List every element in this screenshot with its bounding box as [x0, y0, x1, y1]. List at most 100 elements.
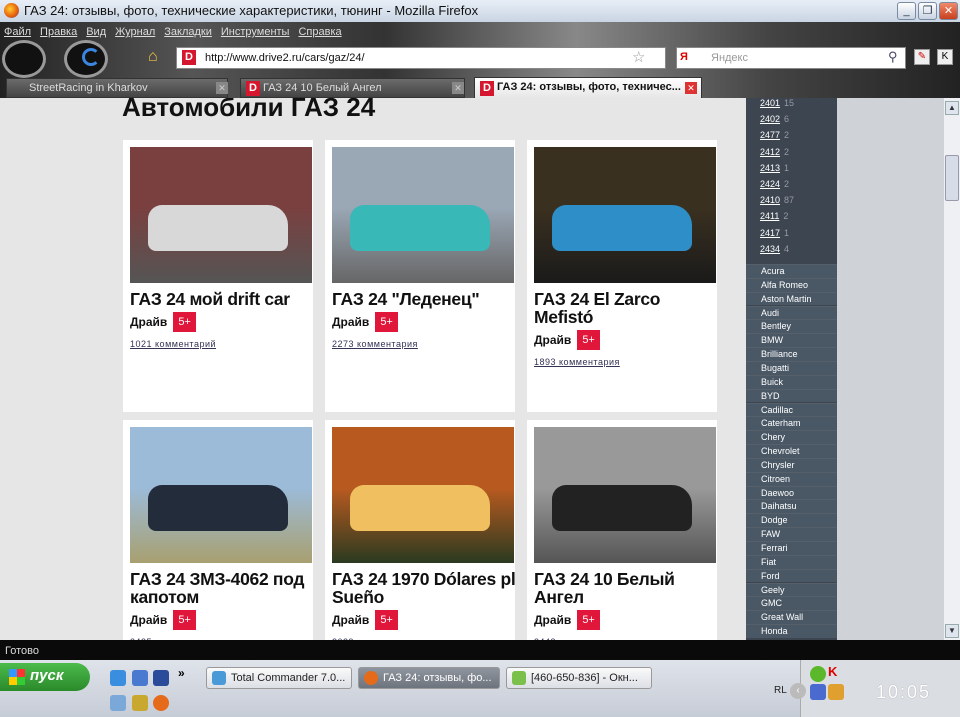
brand-link[interactable]: Aston Martin	[746, 291, 837, 306]
model-name[interactable]: 2401	[760, 98, 780, 108]
model-link[interactable]: 2424 2	[760, 179, 789, 189]
car-card[interactable]: ГАЗ 24 "Леденец" Драйв 5+ 2273 комментари…	[325, 140, 515, 412]
network-tray-icon[interactable]	[810, 684, 826, 700]
car-title[interactable]: ГАЗ 24 ЗМЗ-4062 под капотом	[130, 570, 316, 606]
model-link[interactable]: 2402 6	[760, 114, 789, 124]
car-title[interactable]: ГАЗ 24 1970 Dólares pl Sueño	[332, 570, 518, 606]
tab-white-angel[interactable]: ГАЗ 24 10 Белый Ангел	[240, 78, 465, 98]
people-icon[interactable]	[132, 695, 148, 711]
brand-link[interactable]: Acura	[746, 264, 837, 278]
car-card[interactable]: ГАЗ 24 ЗМЗ-4062 под капотом Драйв 5+ 3435…	[123, 420, 313, 640]
tray-expand-icon[interactable]: ‹	[790, 683, 806, 699]
brand-link[interactable]: Ferrari	[746, 541, 837, 555]
model-link[interactable]: 2411 2	[760, 211, 788, 221]
comments-link[interactable]: 2029 комментариев	[332, 633, 518, 640]
brand-link[interactable]: Cadillac	[746, 402, 837, 417]
search-icon[interactable]: ⚲	[888, 49, 898, 65]
quicklaunch-more[interactable]: »	[178, 666, 185, 680]
firefox-icon[interactable]	[153, 695, 169, 711]
network-icon[interactable]	[110, 695, 126, 711]
brand-link[interactable]: Chery	[746, 430, 837, 444]
back-button[interactable]	[2, 40, 46, 78]
brand-link[interactable]: Fiat	[746, 554, 837, 569]
car-photo[interactable]	[130, 147, 312, 283]
brand-link[interactable]: Audi	[746, 305, 837, 320]
car-title[interactable]: ГАЗ 24 мой drift car	[130, 290, 316, 308]
model-link[interactable]: 2413 1	[760, 163, 789, 173]
brand-link[interactable]: Buick	[746, 374, 837, 389]
menu-history[interactable]: Журнал	[115, 26, 155, 38]
car-photo[interactable]	[534, 427, 716, 563]
search-input[interactable]: Яндекс	[676, 47, 906, 69]
model-name[interactable]: 2413	[760, 163, 780, 173]
language-indicator[interactable]: RL	[774, 685, 787, 696]
car-card[interactable]: ГАЗ 24 El Zarco Mefistó Драйв 5+ 1893 ком…	[527, 140, 717, 412]
comments-link[interactable]: 1021 комментарий	[130, 335, 316, 353]
menu-file[interactable]: Файл	[4, 26, 31, 38]
car-photo[interactable]	[332, 427, 514, 563]
brand-link[interactable]: Ford	[746, 568, 837, 583]
model-link[interactable]: 2410 87	[760, 195, 794, 205]
search-engine-icon[interactable]: Я	[680, 51, 688, 63]
addon-icon[interactable]: ✎	[914, 49, 930, 65]
scrollbar-thumb[interactable]	[945, 155, 959, 201]
brand-link[interactable]: Caterham	[746, 416, 837, 431]
brand-link[interactable]: GMC	[746, 596, 837, 611]
icq-icon[interactable]	[810, 666, 826, 682]
model-name[interactable]: 2411	[760, 211, 779, 221]
kaspersky-icon[interactable]: K	[937, 49, 953, 65]
bookmark-star-icon[interactable]: ☆	[632, 48, 645, 66]
brand-link[interactable]: Alfa Romeo	[746, 277, 837, 292]
brand-link[interactable]: Bentley	[746, 319, 837, 334]
tab-close-icon[interactable]: ✕	[216, 82, 228, 94]
model-link[interactable]: 2401 15	[760, 98, 794, 108]
tab-close-icon[interactable]: ✕	[685, 82, 697, 94]
comments-link[interactable]: 2273 комментария	[332, 335, 518, 353]
model-name[interactable]: 2410	[760, 195, 780, 205]
model-link[interactable]: 2434 4	[760, 244, 789, 254]
brand-link[interactable]: Dodge	[746, 513, 837, 528]
car-card[interactable]: ГАЗ 24 мой drift car Драйв 5+ 1021 коммен…	[123, 140, 313, 412]
brand-link[interactable]: BYD	[746, 388, 837, 403]
car-title[interactable]: ГАЗ 24 "Леденец"	[332, 290, 518, 308]
car-card[interactable]: ГАЗ 24 10 Белый Ангел Драйв 5+ 3443 комме…	[527, 420, 717, 640]
car-title[interactable]: ГАЗ 24 El Zarco Mefistó	[534, 290, 720, 326]
tab-close-icon[interactable]: ✕	[452, 82, 464, 94]
brand-link[interactable]: Brilliance	[746, 347, 837, 361]
minimize-button[interactable]: _	[897, 2, 916, 20]
menu-bookmarks[interactable]: Закладки	[164, 26, 212, 38]
close-button[interactable]: ✕	[939, 2, 958, 20]
car-card[interactable]: ГАЗ 24 1970 Dólares pl Sueño Драйв 5+ 202…	[325, 420, 518, 640]
brand-link[interactable]: Citroen	[746, 471, 837, 486]
maximize-button[interactable]: ❐	[918, 2, 937, 20]
tab-gaz24[interactable]: ГАЗ 24: отзывы, фото, техничес...	[474, 77, 702, 99]
home-icon[interactable]: ⌂	[148, 48, 158, 66]
brand-link[interactable]: Daihatsu	[746, 499, 837, 514]
task-total-commander[interactable]: Total Commander 7.0...	[206, 667, 352, 689]
car-photo[interactable]	[332, 147, 514, 283]
brand-link[interactable]: Chevrolet	[746, 444, 837, 458]
menu-view[interactable]: Вид	[86, 26, 106, 38]
model-name[interactable]: 2424	[760, 179, 780, 189]
brand-link[interactable]: Honda	[746, 624, 837, 638]
menu-help[interactable]: Справка	[298, 26, 341, 38]
tab-streetracing[interactable]: StreetRacing in Kharkov	[6, 78, 228, 98]
comments-link[interactable]: 3435 комментариев	[130, 633, 316, 640]
brand-link[interactable]: Bugatti	[746, 360, 837, 375]
reload-icon[interactable]	[82, 48, 100, 66]
car-title[interactable]: ГАЗ 24 10 Белый Ангел	[534, 570, 720, 606]
brand-link[interactable]: Geely	[746, 582, 837, 597]
task-icq[interactable]: [460-650-836] - Окн...	[506, 667, 652, 689]
model-link[interactable]: 2412 2	[760, 147, 789, 157]
car-photo[interactable]	[130, 427, 312, 563]
model-name[interactable]: 2434	[760, 244, 780, 254]
save-icon[interactable]	[153, 670, 169, 686]
brand-link[interactable]: BMW	[746, 333, 837, 348]
model-link[interactable]: 2417 1	[760, 228, 789, 238]
comments-link[interactable]: 1893 комментария	[534, 353, 720, 371]
brand-link[interactable]: Daewoo	[746, 485, 837, 500]
model-name[interactable]: 2477	[760, 130, 780, 140]
model-link[interactable]: 2477 2	[760, 130, 789, 140]
scroll-down-icon[interactable]: ▼	[945, 624, 959, 638]
brand-link[interactable]: FAW	[746, 527, 837, 541]
